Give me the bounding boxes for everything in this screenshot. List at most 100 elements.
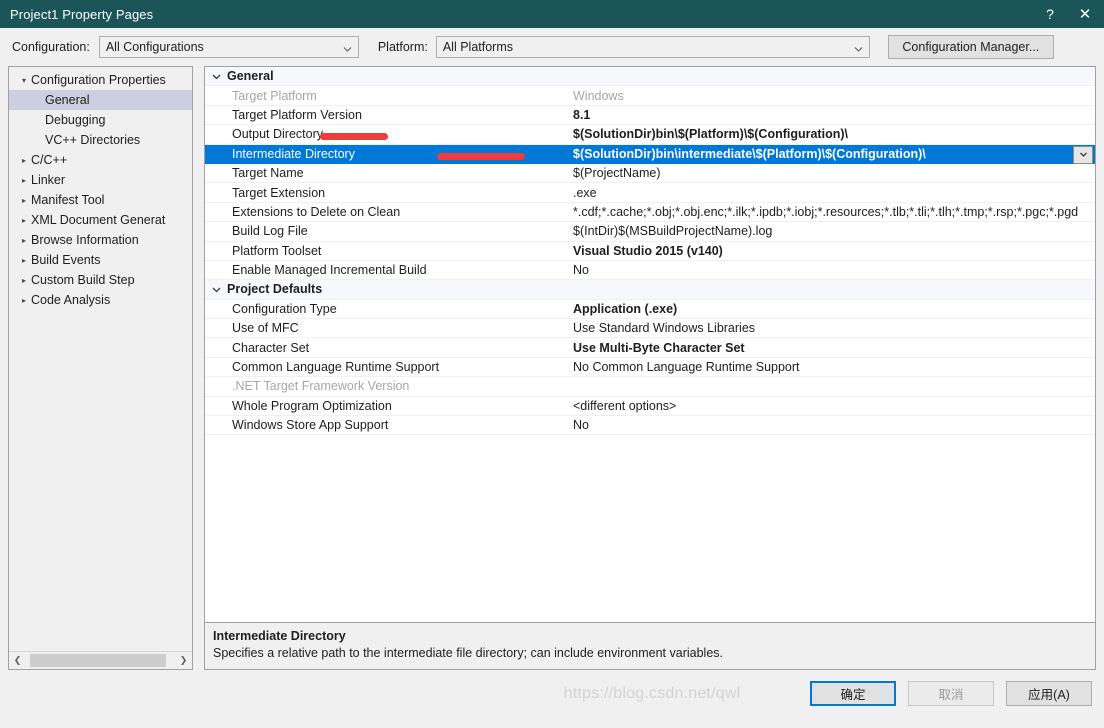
property-row[interactable]: Platform Toolset Visual Studio 2015 (v140… (205, 242, 1095, 261)
tree-item-vc-directories[interactable]: VC++ Directories (9, 130, 192, 150)
property-name: Extensions to Delete on Clean (205, 205, 565, 219)
property-row[interactable]: Configuration Type Application (.exe) (205, 300, 1095, 320)
property-value[interactable]: No (565, 418, 1095, 432)
property-name: Whole Program Optimization (205, 399, 565, 413)
property-name: .NET Target Framework Version (205, 379, 565, 393)
property-value[interactable]: $(ProjectName) (565, 166, 1095, 180)
property-row[interactable]: Extensions to Delete on Clean *.cdf;*.cac… (205, 203, 1095, 223)
chevron-down-icon[interactable] (205, 72, 227, 81)
property-row[interactable]: Target Platform Windows (205, 86, 1095, 106)
chevron-left-icon[interactable]: ❮ (9, 652, 26, 669)
tree-item-manifest-tool[interactable]: ▸ Manifest Tool (9, 190, 192, 210)
chevron-down-icon[interactable] (205, 285, 227, 294)
property-name: Windows Store App Support (205, 418, 565, 432)
property-row[interactable]: Windows Store App Support No (205, 416, 1095, 436)
close-icon[interactable]: ✕ (1066, 0, 1104, 28)
property-value[interactable]: *.cdf;*.cache;*.obj;*.obj.enc;*.ilk;*.ip… (565, 205, 1095, 219)
property-value[interactable]: Windows (565, 89, 1095, 103)
property-row[interactable]: Target Platform Version 8.1 (205, 106, 1095, 126)
tree-item-custom-build-step[interactable]: ▸ Custom Build Step (9, 270, 192, 290)
configuration-manager-button[interactable]: Configuration Manager... (887, 35, 1054, 59)
tree-item-debugging[interactable]: Debugging (9, 110, 192, 130)
property-group-header[interactable]: Project Defaults (205, 280, 1095, 300)
configuration-dropdown[interactable]: All Configurations (98, 36, 359, 58)
tree-horizontal-scrollbar[interactable]: ❮ ❯ (9, 651, 192, 669)
cancel-button[interactable]: 取消 (908, 681, 994, 706)
property-row[interactable]: Common Language Runtime Support No Common… (205, 358, 1095, 378)
tree-item-c-c[interactable]: ▸ C/C++ (9, 150, 192, 170)
property-row[interactable]: Build Log File $(IntDir)$(MSBuildProjectN… (205, 222, 1095, 242)
chevron-right-icon[interactable]: ❯ (175, 652, 192, 669)
property-value[interactable]: 8.1 (565, 108, 1095, 122)
property-value[interactable]: No Common Language Runtime Support (565, 360, 1095, 374)
configuration-value: All Configurations (105, 40, 204, 54)
property-row[interactable]: .NET Target Framework Version (205, 377, 1095, 397)
property-group-name: Project Defaults (227, 282, 323, 297)
property-name-text: Output Directory (232, 127, 324, 142)
triangle-right-icon[interactable]: ▸ (17, 176, 31, 185)
property-row[interactable]: Target Name $(ProjectName) (205, 164, 1095, 184)
property-row[interactable]: Output Directory $(SolutionDir)bin\$(Plat… (205, 125, 1095, 145)
triangle-right-icon[interactable]: ▸ (17, 256, 31, 265)
apply-button[interactable]: 应用(A) (1006, 681, 1092, 706)
property-grid[interactable]: General Target Platform Windows Target Plat… (204, 66, 1096, 623)
property-row[interactable]: Enable Managed Incremental Build No (205, 261, 1095, 281)
triangle-right-icon[interactable]: ▸ (17, 216, 31, 225)
properties-tree[interactable]: ▾ Configuration Properties General Debuggin… (9, 67, 192, 651)
property-value[interactable]: Visual Studio 2015 (v140) (565, 244, 1095, 258)
tree-item-configuration-properties[interactable]: ▾ Configuration Properties (9, 70, 192, 90)
tree-item-xml-document-generat[interactable]: ▸ XML Document Generat (9, 210, 192, 230)
platform-dropdown[interactable]: All Platforms (435, 36, 870, 58)
property-value[interactable]: Application (.exe) (565, 302, 1095, 316)
property-name-text: Whole Program Optimization (232, 398, 392, 413)
property-value[interactable]: No (565, 263, 1095, 277)
configuration-toolbar: Configuration: All Configurations Platfo… (0, 28, 1104, 66)
tree-item-browse-information[interactable]: ▸ Browse Information (9, 230, 192, 250)
property-group-header[interactable]: General (205, 67, 1095, 87)
property-name: Enable Managed Incremental Build (205, 263, 565, 277)
property-name-text: Target Platform Version (232, 107, 362, 122)
redaction-mark (437, 152, 525, 160)
property-value[interactable]: <different options> (565, 399, 1095, 413)
tree-item-label: VC++ Directories (45, 133, 141, 147)
property-name-text: Intermediate Directory (232, 146, 355, 161)
property-value[interactable]: .exe (565, 186, 1095, 200)
property-row[interactable]: Whole Program Optimization <different opt… (205, 397, 1095, 417)
property-name-text: Configuration Type (232, 301, 337, 316)
property-row[interactable]: Intermediate Directory $(SolutionDir)bin\… (205, 144, 1095, 164)
scrollbar-thumb[interactable] (30, 654, 166, 667)
tree-item-general[interactable]: General (9, 90, 192, 110)
property-value[interactable]: $(SolutionDir)bin\$(Platform)\$(Configur… (565, 127, 1095, 141)
help-question-icon[interactable]: ? (1034, 0, 1066, 28)
property-value[interactable]: $(IntDir)$(MSBuildProjectName).log (565, 224, 1095, 238)
ok-button[interactable]: 确定 (810, 681, 896, 706)
property-row[interactable]: Target Extension .exe (205, 183, 1095, 203)
tree-item-label: Manifest Tool (31, 193, 105, 207)
triangle-down-icon[interactable]: ▾ (17, 76, 31, 85)
property-value[interactable]: Use Standard Windows Libraries (565, 321, 1095, 335)
triangle-right-icon[interactable]: ▸ (17, 156, 31, 165)
tree-item-label: XML Document Generat (31, 213, 166, 227)
scrollbar-track[interactable] (26, 652, 175, 669)
dialog-content: ▾ Configuration Properties General Debuggin… (0, 66, 1104, 670)
property-name: Target Platform (205, 89, 565, 103)
triangle-right-icon[interactable]: ▸ (17, 276, 31, 285)
property-name: Target Name (205, 166, 565, 180)
property-name: Platform Toolset (205, 244, 565, 258)
description-title: Intermediate Directory (213, 629, 346, 643)
property-row[interactable]: Character Set Use Multi-Byte Character Se… (205, 338, 1095, 358)
tree-item-linker[interactable]: ▸ Linker (9, 170, 192, 190)
triangle-right-icon[interactable]: ▸ (17, 196, 31, 205)
triangle-right-icon[interactable]: ▸ (17, 296, 31, 305)
tree-item-build-events[interactable]: ▸ Build Events (9, 250, 192, 270)
tree-item-label: C/C++ (31, 153, 68, 167)
platform-value: All Platforms (442, 40, 513, 54)
triangle-right-icon[interactable]: ▸ (17, 236, 31, 245)
property-value[interactable]: Use Multi-Byte Character Set (565, 341, 1095, 355)
window-buttons: ? ✕ (1034, 0, 1104, 28)
property-row[interactable]: Use of MFC Use Standard Windows Libraries (205, 319, 1095, 339)
chevron-down-icon (854, 43, 863, 52)
value-dropdown-button[interactable] (1073, 145, 1093, 164)
tree-item-code-analysis[interactable]: ▸ Code Analysis (9, 290, 192, 310)
property-value[interactable]: $(SolutionDir)bin\intermediate\$(Platfor… (565, 147, 1095, 161)
